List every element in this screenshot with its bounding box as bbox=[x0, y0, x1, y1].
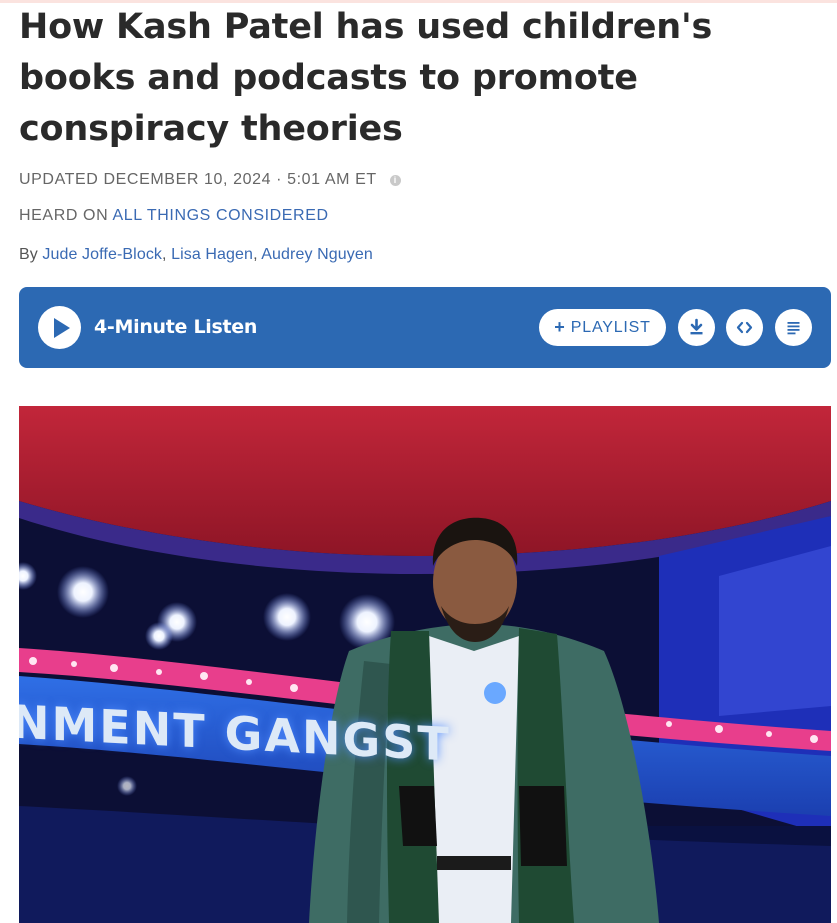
photo-scene bbox=[19, 406, 831, 923]
byline: By Jude Joffe-Block, Lisa Hagen, Audrey … bbox=[19, 246, 373, 263]
article-title: How Kash Patel has used children's books… bbox=[19, 7, 713, 149]
author-link[interactable]: Jude Joffe-Block bbox=[42, 246, 162, 263]
byline-prefix: By bbox=[19, 246, 38, 263]
author-link[interactable]: Audrey Nguyen bbox=[261, 246, 373, 263]
transcript-button[interactable] bbox=[775, 309, 812, 346]
play-icon bbox=[54, 318, 70, 338]
program-link[interactable]: ALL THINGS CONSIDERED bbox=[112, 207, 328, 224]
heard-on: HEARD ON ALL THINGS CONSIDERED bbox=[19, 207, 329, 225]
updated-timestamp: UPDATED DECEMBER 10, 2024 · 5:01 AM ET i bbox=[19, 171, 401, 189]
download-button[interactable] bbox=[678, 309, 715, 346]
info-icon[interactable]: i bbox=[389, 175, 401, 186]
embed-button[interactable] bbox=[726, 309, 763, 346]
add-to-playlist-button[interactable]: + PLAYLIST bbox=[539, 309, 666, 346]
embed-code-icon bbox=[736, 321, 753, 334]
plus-icon: + bbox=[554, 317, 565, 337]
playlist-label: PLAYLIST bbox=[570, 318, 651, 336]
transcript-icon bbox=[787, 322, 800, 335]
listen-duration-label: 4-Minute Listen bbox=[94, 316, 258, 338]
play-button[interactable] bbox=[38, 306, 81, 349]
download-icon bbox=[690, 318, 703, 335]
article-photo: NMENT GANGST bbox=[19, 406, 831, 923]
audio-player: 4-Minute Listen + PLAYLIST bbox=[19, 287, 831, 368]
author-link[interactable]: Lisa Hagen bbox=[171, 246, 253, 263]
heard-on-label: HEARD ON bbox=[19, 207, 109, 224]
updated-text: UPDATED DECEMBER 10, 2024 · 5:01 AM ET bbox=[19, 171, 377, 188]
